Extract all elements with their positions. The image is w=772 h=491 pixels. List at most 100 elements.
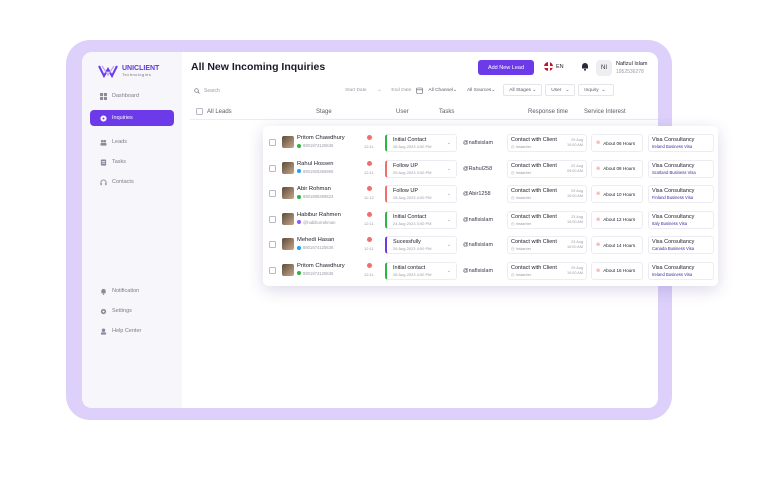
row-checkbox[interactable] [269,215,276,223]
add-new-lead-button[interactable]: Add New Lead [478,60,534,75]
chevron-down-icon: ⌄ [565,87,570,93]
sidebar-item-settings[interactable]: Settings [90,303,174,319]
sources-filter[interactable]: All Sources ⌄ [462,84,500,96]
sidebar-item-dashboard[interactable]: Dashboard [90,88,174,104]
service-detail: Ireland Business Visa [652,144,693,149]
service-interest[interactable]: Visa Consultancy Canada Business Visa [648,236,714,254]
lead-name[interactable]: Habibur Rahmen [297,212,341,218]
task-cell[interactable]: Contact with Client ◷ Instanter 29 Aug 10… [507,185,587,203]
service-interest[interactable]: Visa Consultancy Ireland Business Visa [648,134,714,152]
lead-name[interactable]: Pritom Chawdhury [297,135,345,141]
channel-dot-icon [297,169,301,173]
sidebar-item-notification[interactable]: Notification [90,283,174,299]
notification-bell-icon[interactable] [581,62,589,71]
task-date: 29 Aug [571,265,583,270]
user-profile[interactable]: Nafizul Islam 1952536278 [616,60,647,76]
stage-select[interactable]: Initial Contact 24 Aug 2023 3:00 PM ⌄ [385,210,457,229]
task-date: 29 Aug [571,138,583,142]
task-date: 23 Aug [571,240,583,244]
row-checkbox[interactable] [269,241,276,248]
table-header: All Leads Stage User Tasks Response time… [190,104,658,120]
uk-flag-icon [544,62,553,71]
service-interest[interactable]: Visa Consultancy Finland Business Visa [648,185,714,203]
calendar-icon[interactable] [416,87,424,94]
stage-select[interactable]: Initial Contact 28 Aug 2023 4:00 PM ⌄ [385,134,457,152]
channel-dot-icon [297,271,301,275]
row-checkbox[interactable] [269,164,276,172]
table-row[interactable]: Abir Rohman 8801695369623 11:12 Follow U… [263,182,718,207]
flame-icon: ❊ [596,216,601,223]
start-date-field[interactable]: Start Date [340,84,372,96]
lead-name[interactable]: Abir Rohman [297,186,331,192]
stage-select[interactable]: Initial contact 28 Aug 2023 4:00 PM ⌄ [385,261,457,280]
table-row[interactable]: Mehedi Hasan 8801674125636 12:11 Sucessf… [263,233,718,258]
table-row[interactable]: Habibur Rahmen @habiburrahman 12:11 Init… [263,208,718,233]
task-due: 23 Aug 10:00 AM [567,240,583,250]
assigned-user[interactable]: @nafisislam [463,217,493,223]
end-date-field[interactable]: End Date [386,84,416,96]
select-all-checkbox[interactable] [196,108,203,115]
chevron-down-icon: ⌄ [446,191,451,197]
flame-icon: ❊ [596,140,601,146]
channel-dot-icon [297,220,301,224]
table-row[interactable]: Pritom Chawdhury 8801674125636 12:11 Ini… [263,259,718,284]
lead-name[interactable]: Mehedi Hasan [297,237,334,243]
task-cell[interactable]: Contact with Client ◷ Instanter 29 Aug 10… [507,261,587,280]
language-selector[interactable]: EN [544,62,564,71]
lead-phone-text: 8801674125636 [303,143,334,148]
response-time-text: About 10 Hours [603,191,636,197]
inquiry-filter[interactable]: Inquiry ⌄ [578,84,615,96]
assigned-user[interactable]: @Abir1258 [463,191,491,197]
user-filter[interactable]: User ⌄ [545,84,576,96]
row-checkbox[interactable] [269,266,276,274]
task-cell[interactable]: Contact with Client ◷ Instanter 23 Aug 10… [507,210,587,229]
chevron-down-icon: ⌄ [446,165,451,172]
service-interest[interactable]: Visa Consultancy Scotland Business Visa [648,159,714,178]
date-arrow: → [376,87,382,93]
row-checkbox[interactable] [269,139,276,146]
task-time: 10:00 AM [566,270,583,275]
lead-name[interactable]: Rahul Hossen [297,161,333,167]
assigned-user[interactable]: @nafisislam [463,242,493,248]
task-cell[interactable]: Contact with Client ◷ Instanter 29 Aug 10… [507,134,587,152]
sidebar-item-tasks[interactable]: Tasks [90,154,174,170]
service-interest[interactable]: Visa Consultancy Italy Business Visa [648,210,714,229]
avatar [282,161,294,174]
service-detail: Ireland Business Visa [652,271,693,277]
service-name: Visa Consultancy [652,137,695,143]
unread-indicator-icon [367,237,372,242]
sidebar-item-inquiries[interactable]: Inquiries [90,110,174,126]
flame-icon: ❊ [596,191,601,197]
logo: UNICLIENT Technologies [98,64,159,78]
service-interest[interactable]: Visa Consultancy Ireland Business Visa [648,261,714,280]
sidebar-item-label: Notification [112,288,140,294]
stages-filter[interactable]: All Stages ⌄ [503,84,543,96]
avatar[interactable]: NI [596,60,612,76]
table-row[interactable]: Pritom Chawdhury 8801674125636 12:11 Ini… [263,131,718,156]
assigned-user[interactable]: @nafisislam [463,140,493,146]
task-subtitle-text: Instanter [515,195,532,200]
sidebar: UNICLIENT Technologies Dashboard Inquiri… [82,52,182,408]
assigned-user[interactable]: @Rahul258 [463,166,492,172]
table-row[interactable]: Rahul Hossen 8801925365969 12:11 Follow … [263,157,718,182]
lead-name[interactable]: Pritom Chawdhury [297,263,345,269]
task-cell[interactable]: Contact with Client ◷ Instanter 22 Aug 09… [507,159,587,178]
chevron-down-icon: ⌄ [446,216,451,223]
task-cell[interactable]: Contact with Client ◷ Instanter 23 Aug 10… [507,236,587,254]
sidebar-item-contacts[interactable]: Contacts [90,174,174,190]
task-due: 29 Aug 10:00 AM [567,266,583,276]
sidebar-item-help-center[interactable]: Help Center [90,323,174,339]
lead-time: 12:11 [364,246,374,251]
channel-dot-icon [297,245,301,250]
stage-select[interactable]: Follow UP 29 Aug 2023 3:00 PM ⌄ [385,159,457,178]
row-checkbox[interactable] [269,190,276,197]
stage-select[interactable]: Sucessfully 26 Aug 2023 4:00 PM ⌄ [385,236,457,254]
assigned-user[interactable]: @nafisislam [463,268,493,274]
sidebar-item-leads[interactable]: Leads [90,134,174,150]
stage-select[interactable]: Follow UP 28 Aug 2023 4:00 PM ⌄ [385,185,457,203]
channel-filter[interactable]: All Channel ⌄ [423,84,462,96]
inquiries-table-card: Pritom Chawdhury 8801674125636 12:11 Ini… [263,126,718,286]
sidebar-item-label: Settings [112,308,132,314]
task-time: 10:00 AM [566,143,583,147]
search-input[interactable]: Search [190,84,292,97]
